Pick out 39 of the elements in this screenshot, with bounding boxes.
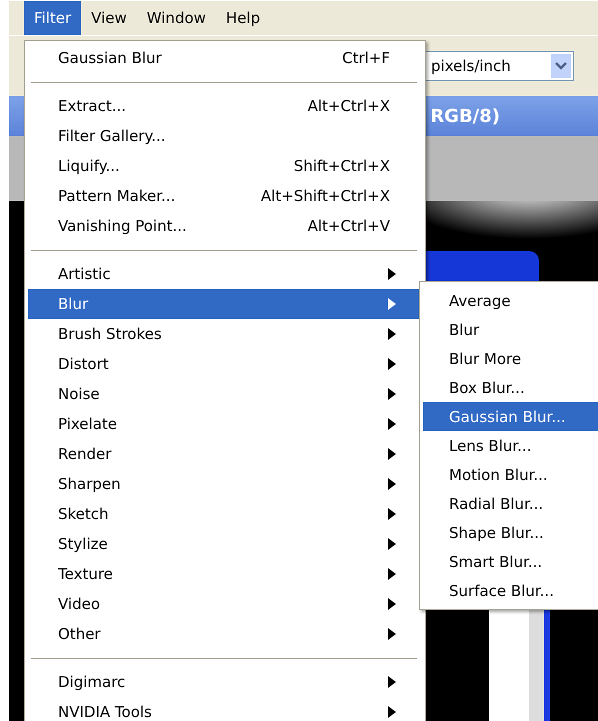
menu-item[interactable]: Shape Blur... <box>423 518 598 547</box>
menu-item[interactable]: Lens Blur... <box>423 431 598 460</box>
menu-item[interactable]: Blur <box>423 315 598 344</box>
resolution-unit-dropdown[interactable]: pixels/inch <box>424 51 574 81</box>
menu-item[interactable]: Pixelate <box>28 409 422 439</box>
menu-item[interactable]: Motion Blur... <box>423 460 598 489</box>
menu-item[interactable]: Liquify... Shift+Ctrl+X <box>28 151 422 181</box>
menu-item[interactable]: Other <box>28 619 422 649</box>
menu-item[interactable]: Pattern Maker... Alt+Shift+Ctrl+X <box>28 181 422 211</box>
menu-item[interactable]: Box Blur... <box>423 373 598 402</box>
menu-item[interactable]: Filter Gallery... <box>28 121 422 151</box>
menu-title[interactable]: Window <box>136 1 216 35</box>
menu-item[interactable]: Video <box>28 589 422 619</box>
menu-item[interactable]: Stylize <box>28 529 422 559</box>
menu-item[interactable]: Blur More <box>423 344 598 373</box>
menu-item[interactable]: Smart Blur... <box>423 547 598 576</box>
menu-item[interactable]: Gaussian Blur... <box>423 402 598 431</box>
chevron-down-icon <box>551 54 571 78</box>
menu-item[interactable]: Noise <box>28 379 422 409</box>
menu-item[interactable]: Surface Blur... <box>423 576 598 605</box>
menu-title[interactable]: Filter <box>24 1 82 35</box>
menu-item[interactable]: Blur <box>28 289 422 319</box>
document-title: RGB/8) <box>430 106 500 126</box>
menu-item[interactable]: Sketch <box>28 499 422 529</box>
menu-title[interactable]: View <box>81 1 137 35</box>
menu-item[interactable]: Extract... Alt+Ctrl+X <box>28 91 422 121</box>
menu-item[interactable]: Sharpen <box>28 469 422 499</box>
menu-item[interactable]: Texture <box>28 559 422 589</box>
menu-item[interactable]: NVIDIA Tools <box>28 697 422 721</box>
menu-item[interactable]: Render <box>28 439 422 469</box>
menu-item[interactable]: Average <box>423 286 598 315</box>
menu-item[interactable]: Radial Blur... <box>423 489 598 518</box>
menu-item[interactable]: Artistic <box>28 259 422 289</box>
menu-title[interactable]: Help <box>216 1 270 35</box>
menu-item[interactable]: Distort <box>28 349 422 379</box>
menu-item[interactable]: Digimarc <box>28 667 422 697</box>
menu-item[interactable]: Brush Strokes <box>28 319 422 349</box>
menu-item[interactable]: Vanishing Point... Alt+Ctrl+V <box>28 211 422 241</box>
menu-item[interactable]: Gaussian Blur Ctrl+F <box>28 43 422 73</box>
